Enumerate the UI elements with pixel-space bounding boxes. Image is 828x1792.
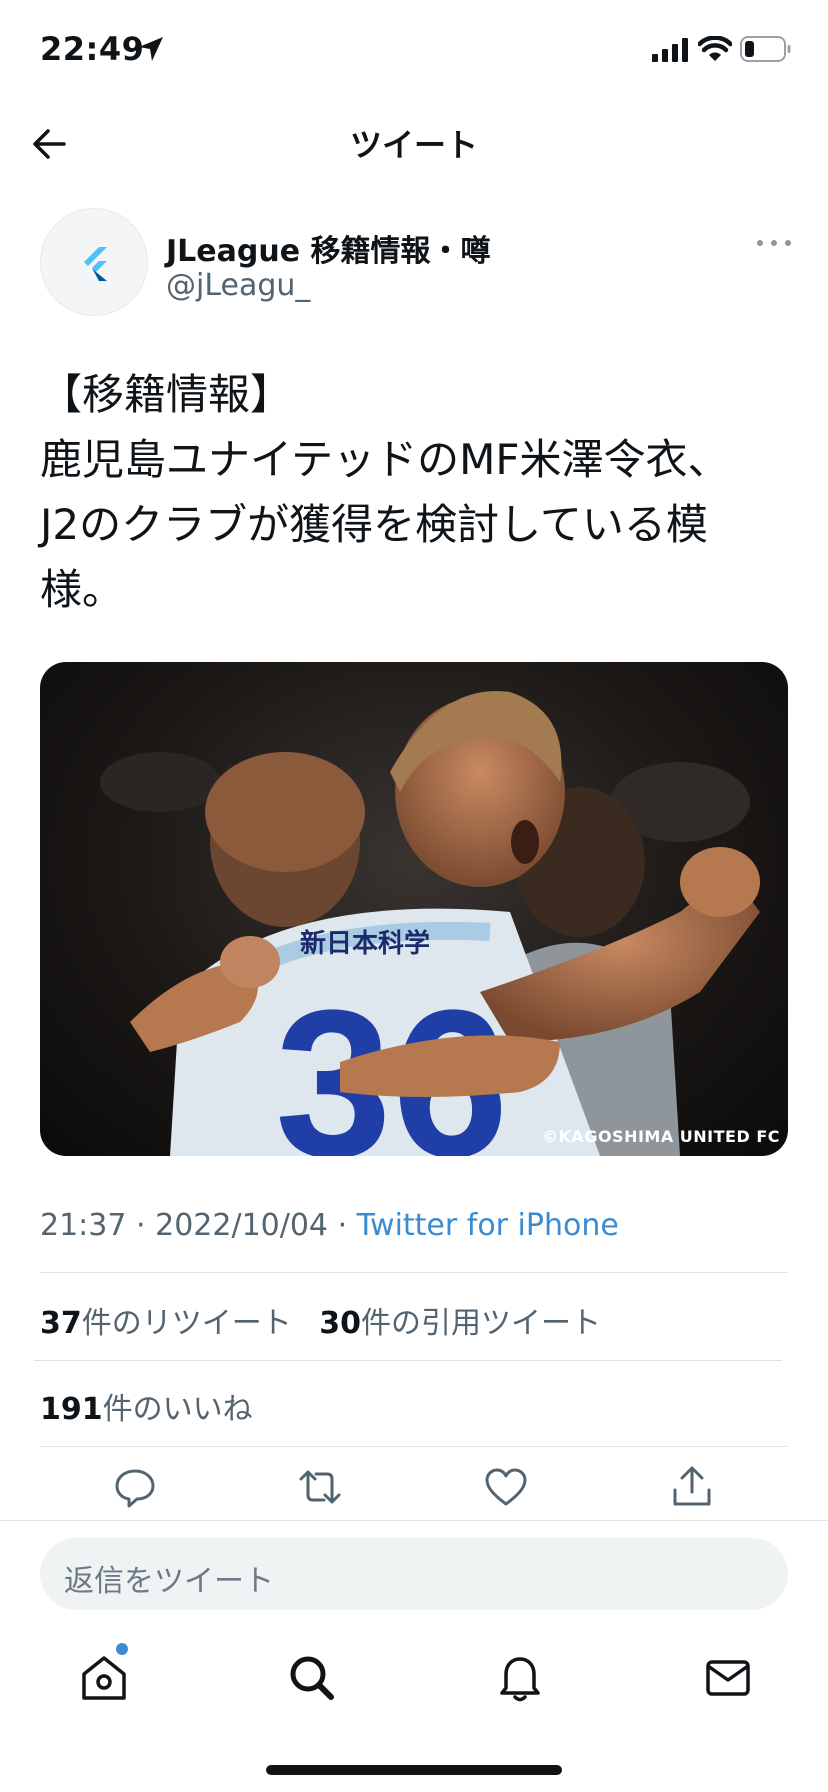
likes-stat[interactable]: 191件のいいね — [40, 1384, 253, 1428]
quotes-label: 件の引用ツイート — [361, 1306, 602, 1341]
divider — [40, 1446, 788, 1447]
mail-icon[interactable] — [700, 1650, 756, 1706]
quotes-count: 30 — [319, 1306, 362, 1341]
tweet-actions — [0, 1462, 828, 1522]
notification-dot — [116, 1643, 128, 1655]
cellular-signal-icon — [652, 38, 688, 62]
likes-count: 191 — [40, 1392, 103, 1427]
photo-illustration: 新日本科学 36 — [100, 691, 760, 1156]
tweet-time: 21:37 — [40, 1208, 127, 1243]
meta-separator: · — [136, 1208, 146, 1243]
heart-icon[interactable] — [481, 1462, 531, 1512]
search-icon[interactable] — [284, 1650, 340, 1706]
meta-separator: · — [337, 1208, 348, 1243]
reply-placeholder: 返信をツイート — [64, 1564, 274, 1599]
quotes-stat[interactable]: 30件の引用ツイート — [319, 1306, 601, 1341]
status-bar: 22:49 — [0, 0, 828, 100]
wifi-icon — [698, 36, 732, 61]
flutter-logo-icon — [84, 247, 107, 281]
battery-icon — [740, 36, 791, 62]
more-horizontal-icon[interactable] — [752, 228, 796, 258]
tweet-date: 2022/10/04 — [155, 1208, 329, 1243]
author-name[interactable]: JLeague 移籍情報・噂 — [166, 226, 491, 270]
retweets-stat[interactable]: 37件のリツイート — [40, 1306, 292, 1341]
divider — [34, 1360, 782, 1361]
home-indicator[interactable] — [266, 1765, 562, 1775]
tweet-source-link[interactable]: Twitter for iPhone — [357, 1208, 619, 1243]
location-arrow-icon — [139, 37, 163, 61]
share-icon[interactable] — [667, 1462, 717, 1512]
home-icon[interactable] — [76, 1650, 132, 1706]
tweet-meta: 21:37 · 2022/10/04 · Twitter for iPhone — [40, 1208, 619, 1243]
nav-bar: ツイート — [0, 100, 828, 180]
reply-input[interactable]: 返信をツイート — [40, 1538, 788, 1610]
divider — [40, 1272, 788, 1273]
tweet-photo[interactable]: 新日本科学 36 ©KAGOSHIMA UNITED FC — [40, 662, 788, 1156]
tweet-text: 【移籍情報】 鹿児島ユナイテッドのMF米澤令衣、 J2のクラブが獲得を検討してい… — [40, 370, 730, 614]
page-title: ツイート — [349, 126, 478, 164]
bell-icon[interactable] — [492, 1650, 548, 1706]
comment-icon[interactable] — [110, 1462, 160, 1512]
retweets-label: 件のリツイート — [81, 1306, 292, 1341]
likes-label: 件のいいね — [102, 1392, 253, 1427]
author-handle[interactable]: @jLeagu_ — [166, 268, 310, 303]
divider — [0, 1520, 828, 1521]
retweets-count: 37 — [40, 1306, 82, 1341]
svg-text:新日本科学: 新日本科学 — [300, 928, 430, 959]
retweet-icon[interactable] — [295, 1462, 345, 1512]
avatar[interactable] — [40, 208, 148, 316]
tweet-stats: 37件のリツイート 30件の引用ツイート — [40, 1298, 619, 1342]
status-time: 22:49 — [40, 30, 145, 68]
media-credit: ©KAGOSHIMA UNITED FC — [542, 1127, 780, 1146]
